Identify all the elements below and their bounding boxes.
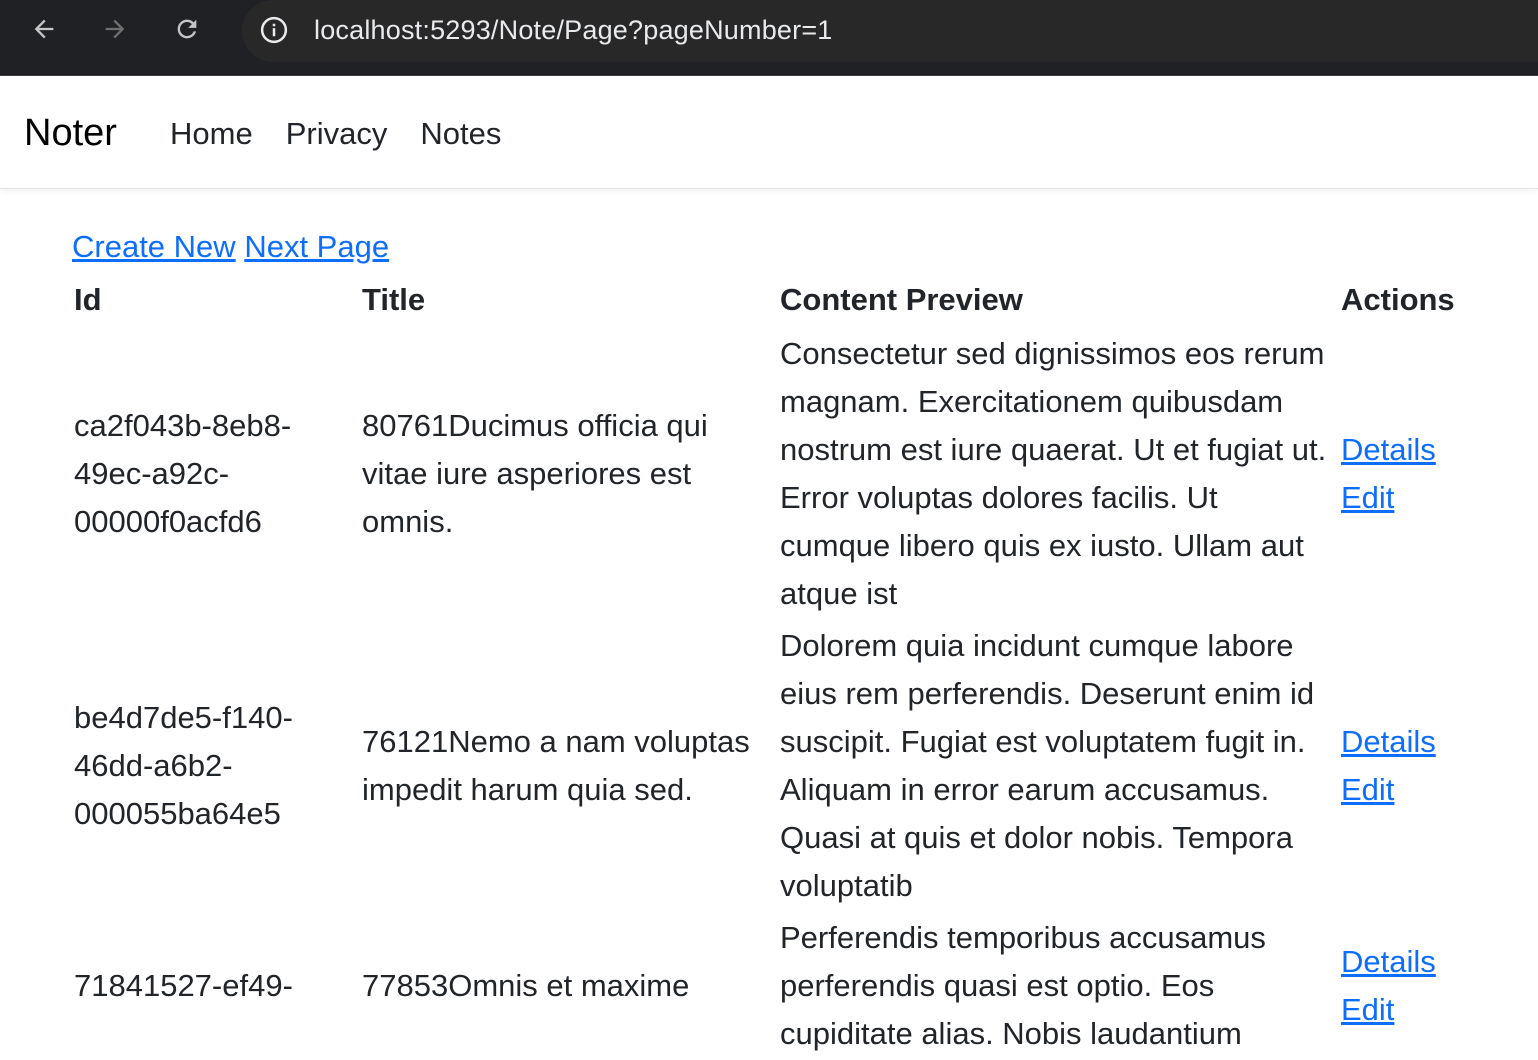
edit-link[interactable]: Edit xyxy=(1341,474,1487,522)
nav-links: Home Privacy Notes xyxy=(170,115,501,153)
url-text[interactable]: localhost:5293/Note/Page?pageNumber=1 xyxy=(314,13,833,47)
header-title: Title xyxy=(362,282,426,317)
row-actions: Details Edit xyxy=(1339,912,1489,1060)
arrow-left-icon xyxy=(34,19,54,39)
note-content-preview: Consectetur sed dignissimos eos rerum ma… xyxy=(780,336,1327,611)
browser-toolbar: localhost:5293/Note/Page?pageNumber=1 xyxy=(0,0,1538,76)
main-content: Create New Next Page Id Title Content Pr… xyxy=(72,226,1492,1060)
table-header-row: Id Title Content Preview Actions xyxy=(72,274,1489,328)
arrow-right-icon xyxy=(105,19,125,39)
note-title: 76121Nemo a nam voluptas impedit harum q… xyxy=(362,724,750,807)
forward-button[interactable] xyxy=(98,12,132,46)
details-link[interactable]: Details xyxy=(1341,426,1487,474)
note-id: 71841527-ef49- xyxy=(74,968,293,1003)
note-content-preview: Perferendis temporibus accusamus perfere… xyxy=(780,920,1266,1051)
nav-link-notes[interactable]: Notes xyxy=(420,115,501,153)
page-actions: Create New Next Page xyxy=(72,226,1492,268)
notes-table: Id Title Content Preview Actions ca2f043… xyxy=(72,274,1489,1060)
table-row: be4d7de5-f140-46dd-a6b2-000055ba64e5 761… xyxy=(72,620,1489,912)
details-link[interactable]: Details xyxy=(1341,938,1487,986)
header-actions: Actions xyxy=(1341,282,1455,317)
note-content-preview: Dolorem quia incidunt cumque labore eius… xyxy=(780,628,1315,903)
brand-logo-link[interactable]: Noter xyxy=(24,110,117,156)
nav-link-privacy[interactable]: Privacy xyxy=(286,115,388,153)
table-row: 71841527-ef49- 77853Omnis et maxime Perf… xyxy=(72,912,1489,1060)
nav-link-home[interactable]: Home xyxy=(170,115,253,153)
edit-link[interactable]: Edit xyxy=(1341,986,1487,1034)
header-content-preview: Content Preview xyxy=(780,282,1023,317)
back-button[interactable] xyxy=(27,12,61,46)
app-navbar: Noter Home Privacy Notes xyxy=(0,76,1538,189)
note-title: 77853Omnis et maxime xyxy=(362,968,690,1003)
table-row: ca2f043b-8eb8-49ec-a92c-00000f0acfd6 807… xyxy=(72,328,1489,620)
row-actions: Details Edit xyxy=(1339,328,1489,620)
note-id: ca2f043b-8eb8-49ec-a92c-00000f0acfd6 xyxy=(74,408,292,539)
create-new-link[interactable]: Create New xyxy=(72,229,236,264)
note-id: be4d7de5-f140-46dd-a6b2-000055ba64e5 xyxy=(74,700,293,831)
header-id: Id xyxy=(74,282,102,317)
next-page-link[interactable]: Next Page xyxy=(244,229,389,264)
edit-link[interactable]: Edit xyxy=(1341,766,1487,814)
reload-icon xyxy=(177,19,197,39)
details-link[interactable]: Details xyxy=(1341,718,1487,766)
note-title: 80761Ducimus officia qui vitae iure aspe… xyxy=(362,408,708,539)
row-actions: Details Edit xyxy=(1339,620,1489,912)
reload-button[interactable] xyxy=(170,12,204,46)
address-bar[interactable]: localhost:5293/Note/Page?pageNumber=1 xyxy=(242,0,1538,62)
site-info-icon[interactable] xyxy=(257,13,291,47)
